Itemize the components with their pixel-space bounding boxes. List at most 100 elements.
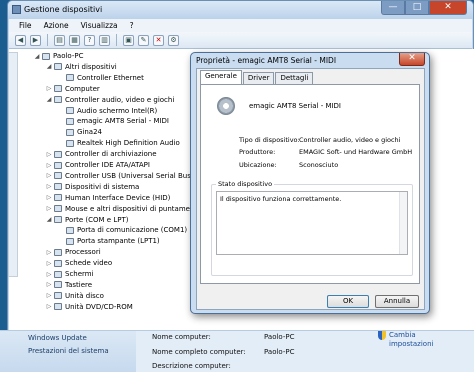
computer-name-label: Nome computer: xyxy=(152,333,211,341)
menu-file[interactable]: File xyxy=(19,21,32,30)
tree-item-label: Unità DVD/CD-ROM xyxy=(65,302,133,311)
change-settings-label: Cambia impostazioni xyxy=(389,331,434,348)
cancel-button[interactable]: Annulla xyxy=(375,295,419,308)
expand-icon[interactable]: ▷ xyxy=(45,271,53,278)
midi-device-icon xyxy=(217,97,235,115)
tree-item-label: Processori xyxy=(65,248,101,257)
tree-item[interactable]: ▷ Mouse e altri dispositivi di puntamento xyxy=(45,204,202,214)
link-system-performance[interactable]: Prestazioni del sistema xyxy=(28,347,109,355)
expand-icon[interactable]: ▷ xyxy=(45,292,53,299)
properties-dialog: Proprietà - emagic AMT8 Serial - MIDI ✕ … xyxy=(190,52,430,314)
expand-icon[interactable]: ▷ xyxy=(45,162,53,169)
status-scrollbar[interactable] xyxy=(399,192,407,254)
expand-icon[interactable]: ▷ xyxy=(45,85,53,92)
tree-item[interactable]: ▷ Controller IDE ATA/ATAPI xyxy=(45,160,150,170)
tree-item[interactable]: ▷ Processori xyxy=(45,247,101,257)
see-also-sidebar: Windows Update Prestazioni del sistema xyxy=(0,331,136,372)
tree-item[interactable]: Gina24 xyxy=(57,127,102,137)
device-type-value: Controller audio, video e giochi xyxy=(299,136,401,144)
dialog-close-button[interactable]: ✕ xyxy=(399,53,425,66)
tree-item[interactable]: ▷ Computer xyxy=(45,84,100,94)
device-category-icon xyxy=(66,107,74,114)
device-category-icon xyxy=(54,205,62,213)
menu-visualizza[interactable]: Visualizza xyxy=(81,21,118,30)
tree-item-label: Controller USB (Universal Serial Bus) xyxy=(65,171,194,180)
expand-icon[interactable]: ▷ xyxy=(45,281,53,288)
help-icon[interactable]: ? xyxy=(84,34,95,46)
device-status-text[interactable]: Il dispositivo funziona correttamente. xyxy=(216,191,408,255)
device-category-icon xyxy=(66,117,74,125)
tree-item[interactable]: ▷ Schede video xyxy=(45,258,112,268)
collapse-icon[interactable]: ◢ xyxy=(33,53,41,60)
uninstall-device-icon[interactable]: ✕ xyxy=(153,34,164,46)
disable-device-icon[interactable]: ✎ xyxy=(138,34,149,46)
system-info-panel: Windows Update Prestazioni del sistema N… xyxy=(0,330,474,372)
collapse-icon[interactable]: ◢ xyxy=(45,63,53,70)
tree-item-label: Controller IDE ATA/ATAPI xyxy=(65,161,150,169)
menu-azione[interactable]: Azione xyxy=(44,21,69,30)
tree-item-label: Controller Ethernet xyxy=(77,73,144,82)
tree-item[interactable]: ▷ Controller USB (Universal Serial Bus) xyxy=(45,171,194,181)
general-tab-panel: emagic AMT8 Serial - MIDI Tipo di dispos… xyxy=(200,84,420,284)
close-button[interactable]: ✕ xyxy=(429,1,467,15)
tree-scrollbar[interactable] xyxy=(8,52,18,277)
tab-driver[interactable]: Driver xyxy=(242,72,275,84)
manufacturer-label: Produttore: xyxy=(239,148,276,156)
change-settings-link[interactable]: Cambia impostazioni xyxy=(378,331,433,349)
tree-item[interactable]: Audio schermo Intel(R) xyxy=(57,106,157,116)
tab-dettagli[interactable]: Dettagli xyxy=(275,72,314,84)
collapse-icon[interactable]: ◢ xyxy=(45,96,53,103)
expand-icon[interactable]: ▷ xyxy=(45,205,53,212)
show-hide-tree-icon[interactable]: ▤ xyxy=(54,34,65,46)
expand-icon[interactable]: ▷ xyxy=(45,172,53,179)
tree-item[interactable]: Porta di comunicazione (COM1) xyxy=(57,225,187,235)
back-icon[interactable]: ◀ xyxy=(15,34,26,46)
expand-icon[interactable]: ▷ xyxy=(45,194,53,201)
tab-generale[interactable]: Generale xyxy=(200,70,242,84)
tree-item[interactable]: ▷ Unità disco xyxy=(45,291,104,301)
ok-button[interactable]: OK xyxy=(327,295,369,308)
device-status-message: Il dispositivo funziona correttamente. xyxy=(220,195,342,203)
tree-item[interactable]: Porta stampante (LPT1) xyxy=(57,236,160,246)
tree-item[interactable]: ▷ Dispositivi di sistema xyxy=(45,182,140,192)
toolbar-separator xyxy=(116,34,117,46)
device-name: emagic AMT8 Serial - MIDI xyxy=(249,102,342,110)
menu-help[interactable]: ? xyxy=(130,21,134,30)
dialog-title: Proprietà - emagic AMT8 Serial - MIDI xyxy=(196,56,337,65)
link-windows-update[interactable]: Windows Update xyxy=(28,334,87,342)
scan-hardware-icon[interactable]: ⚙ xyxy=(168,34,179,46)
title-bar[interactable]: Gestione dispositivi — □ ✕ xyxy=(8,1,473,19)
minimize-button[interactable]: — xyxy=(381,1,405,15)
tree-item[interactable]: ▷ Controller di archiviazione xyxy=(45,149,157,159)
tree-item[interactable]: ▷ Tastiere xyxy=(45,280,92,290)
toolbar-separator xyxy=(47,34,48,46)
expand-icon[interactable]: ▷ xyxy=(45,151,53,158)
device-category-icon xyxy=(54,292,62,300)
device-category-icon xyxy=(54,281,62,289)
device-category-icon xyxy=(66,237,74,245)
computer-name-value: Paolo-PC xyxy=(264,333,295,341)
collapse-icon[interactable]: ◢ xyxy=(45,216,53,223)
tree-item[interactable]: ▷ Schermi xyxy=(45,269,94,279)
device-category-icon xyxy=(54,161,62,169)
tree-item[interactable]: ◢ Altri dispositivi xyxy=(45,62,117,72)
tree-item[interactable]: ▷ Unità DVD/CD-ROM xyxy=(45,302,133,312)
forward-icon[interactable]: ▶ xyxy=(30,34,41,46)
view-icon[interactable]: ▥ xyxy=(99,34,110,46)
tree-item[interactable]: emagic AMT8 Serial - MIDI xyxy=(57,116,169,126)
tree-item[interactable]: ◢ Controller audio, video e giochi xyxy=(45,95,175,105)
expand-icon[interactable]: ▷ xyxy=(45,260,53,267)
tree-item[interactable]: ▷ Human Interface Device (HID) xyxy=(45,193,171,203)
tree-item[interactable]: Realtek High Definition Audio xyxy=(57,138,180,148)
update-driver-icon[interactable]: ▣ xyxy=(123,34,134,46)
tree-item[interactable]: Controller Ethernet xyxy=(57,73,144,83)
expand-icon[interactable]: ▷ xyxy=(45,183,53,190)
tree-item[interactable]: ◢ Porte (COM e LPT) xyxy=(45,215,129,225)
tree-root[interactable]: ◢ Paolo-PC xyxy=(33,51,84,61)
maximize-button[interactable]: □ xyxy=(405,1,429,15)
device-manager-icon xyxy=(12,5,21,14)
expand-icon[interactable]: ▷ xyxy=(45,303,53,310)
properties-icon[interactable]: ▦ xyxy=(69,34,80,46)
full-computer-name-label: Nome completo computer: xyxy=(152,348,246,356)
expand-icon[interactable]: ▷ xyxy=(45,249,53,256)
